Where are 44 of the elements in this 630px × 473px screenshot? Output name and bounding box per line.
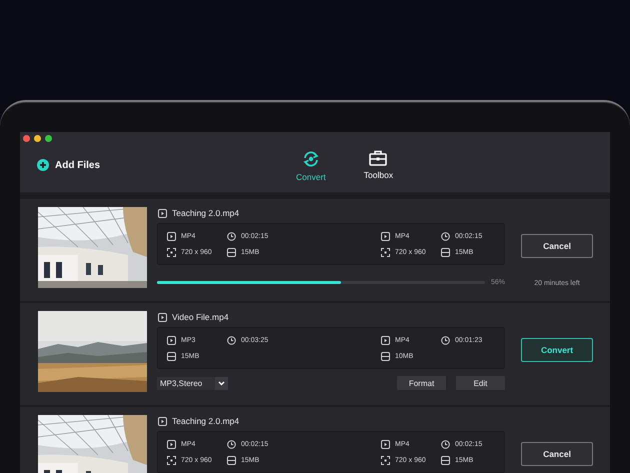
tab[interactable]: Toolbox — [364, 150, 394, 182]
clock-icon — [227, 336, 236, 344]
file-icon — [158, 312, 167, 322]
cancel-button[interactable]: Cancel — [521, 442, 593, 466]
file-name: Video File.mp4 — [172, 312, 229, 322]
option-button[interactable]: Format — [397, 376, 446, 390]
clock-icon — [227, 232, 236, 240]
file-icon — [381, 232, 390, 240]
tab[interactable]: Convert — [296, 150, 326, 182]
file-icon — [381, 440, 390, 448]
file-icon — [167, 336, 176, 344]
caret-icon — [215, 376, 228, 390]
clock-icon — [441, 232, 450, 240]
clock-icon — [227, 440, 236, 448]
file-icon — [158, 208, 167, 218]
resolution-icon — [167, 456, 176, 464]
toolbox-icon — [369, 150, 388, 166]
file-icon — [167, 232, 176, 240]
convert-icon — [302, 150, 320, 168]
close-button[interactable] — [23, 135, 30, 142]
storage-icon — [227, 456, 236, 464]
add-icon — [37, 159, 49, 171]
file-icon — [167, 440, 176, 448]
storage-icon — [441, 456, 450, 464]
cancel-button[interactable]: Cancel — [521, 234, 593, 258]
convert-button[interactable]: Convert — [521, 338, 593, 362]
zoom-button[interactable] — [45, 135, 52, 142]
file-name: Teaching 2.0.mp4 — [172, 416, 240, 426]
storage-icon — [167, 352, 176, 360]
add-files-button[interactable]: Add Files — [37, 159, 100, 171]
file-name: Teaching 2.0.mp4 — [172, 208, 240, 218]
option-button[interactable]: Edit — [456, 376, 505, 390]
file-icon — [158, 416, 167, 426]
clock-icon — [441, 336, 450, 344]
file-icon — [381, 336, 390, 344]
resolution-icon — [381, 248, 390, 256]
storage-icon — [381, 352, 390, 360]
minimize-button[interactable] — [34, 135, 41, 142]
storage-icon — [227, 248, 236, 256]
resolution-icon — [167, 248, 176, 256]
audio-dropdown[interactable]: MP3,Stereo — [157, 376, 228, 390]
storage-icon — [441, 248, 450, 256]
clock-icon — [441, 440, 450, 448]
resolution-icon — [381, 456, 390, 464]
